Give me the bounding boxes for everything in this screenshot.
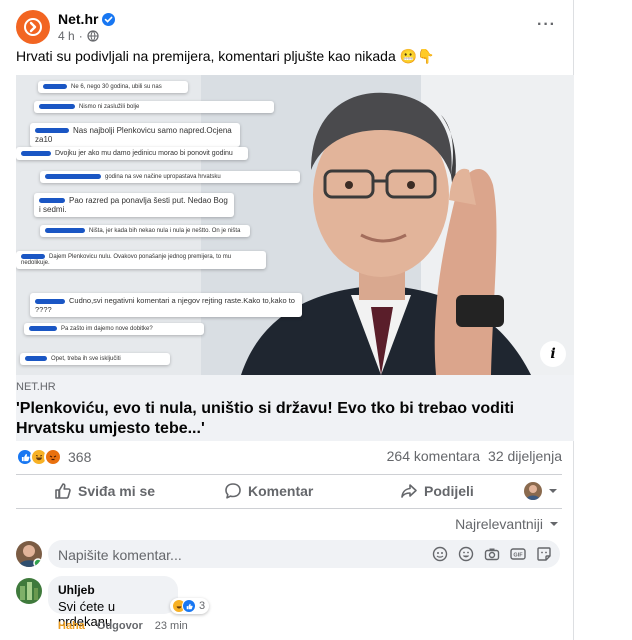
like-button[interactable]: Sviđa mi se	[54, 482, 155, 500]
collage-comment-3: Nas najbolji Plenkovicu samo napred.Ocje…	[30, 123, 240, 147]
collage-comment-5: godina na sve načine upropastava hrvatsk…	[40, 171, 300, 184]
collage-comment-9: Cudno,svi negativni komentari a njegov r…	[30, 293, 302, 317]
link-preview[interactable]: NET.HR 'Plenkoviću, evo ti nula, uništio…	[16, 375, 574, 441]
post-caption: Hrvati su podivljali na premijera, komen…	[16, 48, 435, 64]
comment-input[interactable]: Napišite komentar... GIF	[48, 540, 560, 568]
shares-count-link[interactable]: 32 dijeljenja	[488, 448, 562, 464]
actions-top-divider	[16, 474, 562, 475]
collage-comment-1: Ne 6, nego 30 godina, ubili su nas	[38, 81, 188, 94]
sort-label: Najrelevantniji	[455, 516, 543, 532]
collage-comment-11: Opet, treba ih sve isključiti	[20, 353, 170, 366]
share-label: Podijeli	[424, 483, 474, 499]
comment-reply-link[interactable]: Odgovor	[97, 620, 143, 632]
camera-icon[interactable]	[484, 546, 500, 562]
post-time[interactable]: 4 h	[58, 29, 75, 43]
stats-right: 264 komentara 32 dijeljenja	[387, 448, 562, 464]
like-label: Sviđa mi se	[78, 483, 156, 499]
verified-badge-icon	[102, 12, 116, 26]
caret-down-icon	[550, 522, 558, 526]
post-meta: 4 h ·	[58, 29, 99, 43]
caret-down-icon	[549, 489, 557, 493]
reaction-summary[interactable]: 368	[16, 448, 91, 466]
comment-reaction-count: 3	[199, 600, 206, 612]
comment-reactions[interactable]: 3	[170, 598, 210, 614]
like-reaction-icon	[182, 599, 196, 613]
collage-comment-6: Pao razred pa ponavlja šesti put. Nedao …	[34, 193, 234, 217]
comment-icon	[225, 483, 241, 499]
collage-comment-8: Dajem Plenkovicu nulu. Ovakovo ponašanje…	[16, 251, 266, 270]
current-user-avatar[interactable]	[16, 541, 42, 567]
commenter-avatar[interactable]	[16, 578, 42, 604]
gif-icon[interactable]: GIF	[510, 546, 526, 562]
share-button[interactable]: Podijeli	[400, 482, 474, 500]
comment-button[interactable]: Komentar	[224, 482, 313, 500]
collage-comment-7: Ništa, jer kada bih nekao nula i nula je…	[40, 225, 250, 238]
page-name-row: Net.hr	[58, 11, 116, 27]
more-options-icon[interactable]: ···	[537, 16, 556, 34]
post-card: Net.hr 4 h · ··· Hrvati su podivljali na…	[0, 0, 574, 640]
page-avatar[interactable]	[16, 10, 50, 44]
actions-bottom-divider	[16, 508, 562, 509]
comment-bubble: Uhljeb Svi ćete u prdekanu	[48, 576, 178, 629]
user-avatar-small	[524, 482, 542, 500]
dot-separator: ·	[78, 29, 83, 43]
collage-comment-4: Dvojku jer ako mu damo jedinicu morao bi…	[16, 147, 248, 160]
thumbs-up-icon	[55, 483, 71, 499]
svg-text:GIF: GIF	[513, 553, 523, 559]
link-domain: NET.HR	[16, 381, 56, 393]
comment-label: Komentar	[248, 483, 314, 499]
comment-sort-dropdown[interactable]: Najrelevantniji	[455, 516, 559, 532]
globe-icon	[87, 30, 99, 42]
comments-count-link[interactable]: 264 komentara	[387, 448, 480, 464]
comment-time[interactable]: 23 min	[155, 620, 188, 632]
comment-collage: Ne 6, nego 30 godina, ubili su nas Nismo…	[16, 75, 316, 375]
reaction-count: 368	[68, 449, 92, 465]
share-icon	[401, 484, 417, 498]
comment-input-placeholder: Napišite komentar...	[58, 547, 182, 563]
link-headline[interactable]: 'Plenkoviću, evo ti nula, uništio si drž…	[16, 399, 536, 439]
post-header: Net.hr 4 h · ···	[16, 10, 562, 44]
collage-comment-10: Pa zašto im dajemo nove dobitke?	[24, 323, 204, 336]
emoji-icon[interactable]	[458, 546, 474, 562]
comment-input-tools: GIF	[432, 546, 552, 562]
comment-haha-link[interactable]: Haha	[58, 620, 85, 632]
avatar-sticker-icon[interactable]	[432, 546, 448, 562]
comment-author[interactable]: Uhljeb	[58, 583, 168, 597]
post-image[interactable]: Ne 6, nego 30 godina, ubili su nas Nismo…	[16, 75, 574, 375]
post-actions: Sviđa mi se Komentar Podijeli	[16, 478, 562, 506]
angry-reaction-icon	[44, 448, 62, 466]
info-icon[interactable]: i	[540, 341, 566, 367]
page-name[interactable]: Net.hr	[58, 11, 98, 27]
audience-selector[interactable]	[524, 482, 558, 500]
chevron-right-icon	[24, 18, 42, 36]
comment-meta: Haha Odgovor 23 min	[58, 620, 188, 632]
sticker-icon[interactable]	[536, 546, 552, 562]
post-stats: 368 264 komentara 32 dijeljenja	[16, 448, 562, 468]
collage-comment-2: Nismo ni zaslužili bolje	[34, 101, 274, 114]
